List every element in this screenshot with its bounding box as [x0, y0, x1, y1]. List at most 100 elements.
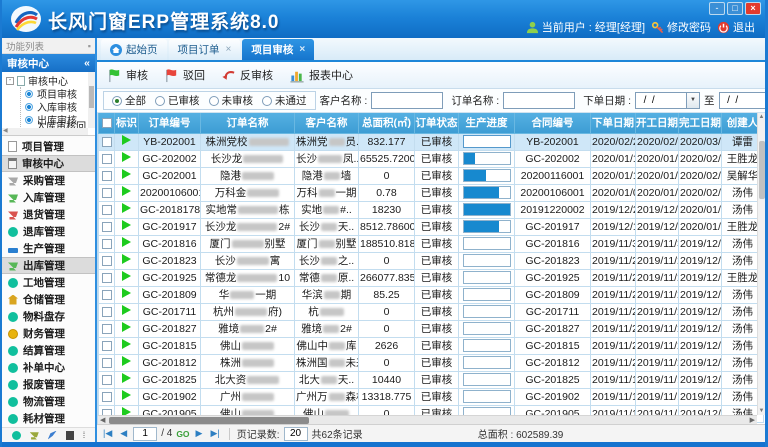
tree-vertical-scrollbar[interactable]	[88, 72, 95, 128]
column-header-10[interactable]: 开工日期	[636, 113, 679, 133]
table-row[interactable]: GC-2018178实地常栋实地#..18230已审核2019122000220…	[99, 201, 764, 218]
tree-expander-icon[interactable]: -	[6, 77, 14, 85]
sidebar-item-5[interactable]: 退库管理	[2, 223, 95, 240]
scroll-up-icon[interactable]: ▲	[758, 114, 765, 120]
column-header-0[interactable]	[99, 113, 115, 133]
sidebar-item-14[interactable]: 报废管理	[2, 376, 95, 393]
status-radio-2[interactable]: 未审核	[209, 93, 254, 108]
column-header-7[interactable]: 生产进度	[459, 113, 515, 133]
column-header-9[interactable]: 下单日期	[591, 113, 636, 133]
status-radio-0[interactable]: 全部	[112, 93, 146, 108]
row-checkbox[interactable]	[102, 239, 112, 249]
logout-button[interactable]: 退出	[717, 19, 755, 35]
table-row[interactable]: GC-202002长沙龙长沙凤..65525.7200..已审核GC-20200…	[99, 150, 764, 167]
sidebar-item-10[interactable]: 物料盘存	[2, 308, 95, 325]
contacts-icon[interactable]	[66, 431, 74, 440]
go-button[interactable]: GO	[176, 429, 189, 439]
tab-0[interactable]: 起始页	[101, 39, 167, 60]
table-row[interactable]: GC-202001隐港隐港墙0已审核202001160012020/01/162…	[99, 167, 764, 184]
page-size-input[interactable]	[284, 427, 308, 441]
column-header-2[interactable]: 订单编号	[139, 113, 201, 133]
row-checkbox[interactable]	[102, 307, 112, 317]
status-radio-3[interactable]: 未通过	[262, 93, 307, 108]
select-all-checkbox[interactable]	[102, 118, 112, 128]
row-checkbox[interactable]	[102, 290, 112, 300]
table-row[interactable]: GC-201827雅境2#雅境2#0已审核GC-2018272019/11/20…	[99, 320, 764, 337]
table-row[interactable]: GC-201917长沙龙2#长沙天..8512.78600..已审核GC-201…	[99, 218, 764, 235]
table-row[interactable]: GC-201711杭州府)杭0已审核GC-2017112019/11/20201…	[99, 303, 764, 320]
next-page-button[interactable]: ▶	[194, 428, 205, 439]
sidebar-item-1[interactable]: 审核中心	[2, 155, 95, 172]
sidebar-item-15[interactable]: 物流管理	[2, 393, 95, 410]
sidebar-item-3[interactable]: 入库管理	[2, 189, 95, 206]
row-checkbox[interactable]	[102, 392, 112, 402]
tree-horizontal-scrollbar[interactable]: ◀	[2, 128, 88, 135]
row-checkbox[interactable]	[102, 222, 112, 232]
minimize-button[interactable]: -	[709, 2, 725, 15]
table-row[interactable]: GC-201809华一期华滨期85.25已审核GC-2018092019/11/…	[99, 286, 764, 303]
scroll-right-icon[interactable]: ▶	[750, 416, 755, 424]
status-dot-icon[interactable]	[12, 431, 21, 440]
close-button[interactable]: ×	[745, 2, 761, 15]
row-checkbox[interactable]	[102, 375, 112, 385]
row-checkbox[interactable]	[102, 171, 112, 181]
row-checkbox[interactable]	[102, 273, 112, 283]
row-checkbox[interactable]	[102, 188, 112, 198]
sidebar-item-16[interactable]: 耗材管理	[2, 410, 95, 427]
order-date-to-input[interactable]	[719, 92, 765, 109]
row-checkbox[interactable]	[102, 256, 112, 266]
column-header-6[interactable]: 订单状态	[415, 113, 459, 133]
sidebar-item-0[interactable]: 项目管理	[2, 138, 95, 155]
tab-2[interactable]: 项目审核×	[242, 39, 314, 60]
column-header-1[interactable]: 标识	[115, 113, 139, 133]
column-header-5[interactable]: 总面积(㎡)	[359, 113, 415, 133]
row-checkbox[interactable]	[102, 324, 112, 334]
change-password-button[interactable]: 修改密码	[651, 19, 711, 35]
tab-close-icon[interactable]: ×	[226, 44, 232, 55]
column-header-8[interactable]: 合同编号	[515, 113, 591, 133]
table-row[interactable]: GC-201815佛山佛山中库2626已审核GC-2018152019/11/2…	[99, 337, 764, 354]
tab-close-icon[interactable]: ×	[299, 44, 305, 55]
row-checkbox[interactable]	[102, 137, 112, 147]
sidebar-item-12[interactable]: 结算管理	[2, 342, 95, 359]
vscroll-thumb[interactable]	[759, 141, 765, 199]
sidebar-item-4[interactable]: 退货管理	[2, 206, 95, 223]
table-row[interactable]: GC-201925常德龙10常德原..266077.835..已审核GC-201…	[99, 269, 764, 286]
cart-icon[interactable]	[30, 431, 39, 440]
table-row[interactable]: GC-201825北大资北大天..10440已审核GC-2018252019/1…	[99, 371, 764, 388]
sidebar-item-13[interactable]: 补单中心	[2, 359, 95, 376]
table-vertical-scrollbar[interactable]: ▲ ▼	[757, 113, 765, 415]
pen-icon[interactable]	[48, 431, 57, 440]
order-name-input[interactable]	[503, 92, 575, 109]
scroll-down-icon[interactable]: ▼	[758, 408, 765, 414]
customer-name-input[interactable]	[371, 92, 443, 109]
column-header-11[interactable]: 完工日期	[679, 113, 722, 133]
sidebar-item-2[interactable]: 采购管理	[2, 172, 95, 189]
sidebar-section-header[interactable]: 审核中心 «	[2, 54, 95, 72]
table-row[interactable]: YB-202001株洲党校株洲党员..832.177已审核YB-20200120…	[99, 133, 764, 150]
hscroll-thumb[interactable]	[109, 417, 309, 424]
sidebar-item-9[interactable]: 仓储管理	[2, 291, 95, 308]
sidebar-item-7[interactable]: 出库管理	[2, 257, 95, 274]
toolbar-button-2[interactable]: 反审核	[217, 65, 281, 85]
order-date-from-dropdown-icon[interactable]: ▼	[687, 92, 700, 109]
table-row[interactable]: GC-201816厦门别墅厦门别墅188510.818已审核GC-2018162…	[99, 235, 764, 252]
prev-page-button[interactable]: ◀	[118, 428, 129, 439]
row-checkbox[interactable]	[102, 341, 112, 351]
order-date-from-input[interactable]	[635, 92, 687, 109]
last-page-button[interactable]: ▶|	[208, 428, 221, 439]
table-row[interactable]: 20200106001万科金万科一期0.78已审核202001060012020…	[99, 184, 764, 201]
toolbar-button-3[interactable]: 报表中心	[285, 65, 361, 85]
page-number-input[interactable]	[133, 427, 157, 441]
scroll-left-icon[interactable]: ◀	[100, 416, 105, 424]
row-checkbox[interactable]	[102, 154, 112, 164]
row-checkbox[interactable]	[102, 358, 112, 368]
table-row[interactable]: GC-201902广州广州万森林13318.775已审核GC-201902201…	[99, 388, 764, 405]
toolbar-button-0[interactable]: 审核	[103, 65, 156, 85]
row-checkbox[interactable]	[102, 205, 112, 215]
first-page-button[interactable]: |◀	[101, 428, 114, 439]
column-header-4[interactable]: 客户名称	[295, 113, 359, 133]
sidebar-item-8[interactable]: 工地管理	[2, 274, 95, 291]
toolbar-button-1[interactable]: 驳回	[160, 65, 213, 85]
column-header-3[interactable]: 订单名称	[201, 113, 295, 133]
